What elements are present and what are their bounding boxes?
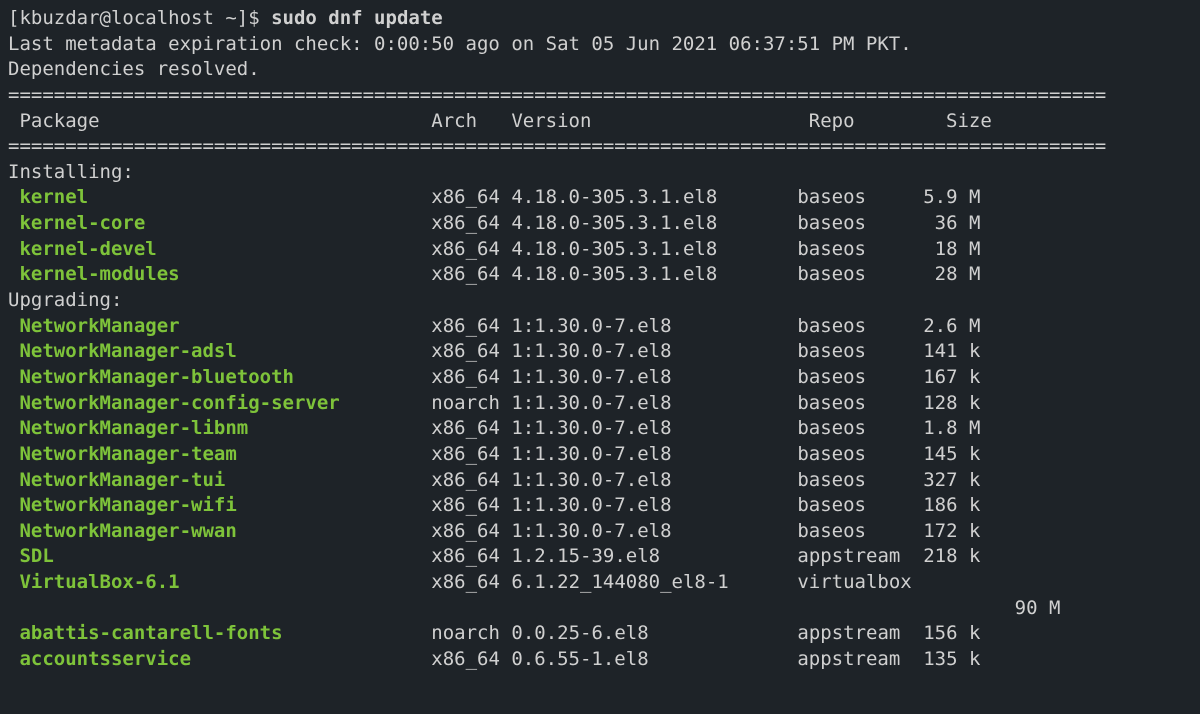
package-row-size-only: 90 M <box>8 597 1060 619</box>
package-row: kernel-core x86_64 4.18.0-305.3.1.el8 ba… <box>8 212 980 234</box>
package-row: abattis-cantarell-fonts noarch 0.0.25-6.… <box>8 622 980 644</box>
package-row: VirtualBox-6.1 x86_64 6.1.22_144080_el8-… <box>8 571 912 593</box>
package-row: NetworkManager-bluetooth x86_64 1:1.30.0… <box>8 366 980 388</box>
separator-top: ========================================… <box>8 84 1106 106</box>
command-text: sudo dnf update <box>271 7 443 29</box>
package-row: SDL x86_64 1.2.15-39.el8 appstream 218 k <box>8 545 980 567</box>
separator-bottom: ========================================… <box>8 135 1106 157</box>
package-row: NetworkManager-wwan x86_64 1:1.30.0-7.el… <box>8 520 980 542</box>
package-row: NetworkManager-config-server noarch 1:1.… <box>8 392 980 414</box>
metadata-line: Last metadata expiration check: 0:00:50 … <box>8 33 912 55</box>
package-row: NetworkManager-libnm x86_64 1:1.30.0-7.e… <box>8 417 980 439</box>
package-row: kernel-modules x86_64 4.18.0-305.3.1.el8… <box>8 263 980 285</box>
package-row: NetworkManager-adsl x86_64 1:1.30.0-7.el… <box>8 340 980 362</box>
package-row: NetworkManager x86_64 1:1.30.0-7.el8 bas… <box>8 315 980 337</box>
package-row: NetworkManager-wifi x86_64 1:1.30.0-7.el… <box>8 494 980 516</box>
package-row: NetworkManager-team x86_64 1:1.30.0-7.el… <box>8 443 980 465</box>
package-row: accountsservice x86_64 0.6.55-1.el8 apps… <box>8 648 980 670</box>
section-upgrading: Upgrading: <box>8 289 122 311</box>
terminal-output[interactable]: [kbuzdar@localhost ~]$ sudo dnf update L… <box>0 0 1200 679</box>
package-row: NetworkManager-tui x86_64 1:1.30.0-7.el8… <box>8 469 980 491</box>
package-row: kernel-devel x86_64 4.18.0-305.3.1.el8 b… <box>8 238 980 260</box>
deps-line: Dependencies resolved. <box>8 58 260 80</box>
column-headers: Package Arch Version Repo Size <box>8 110 992 132</box>
shell-prompt: [kbuzdar@localhost ~]$ sudo dnf update <box>8 7 443 29</box>
package-row: kernel x86_64 4.18.0-305.3.1.el8 baseos … <box>8 186 980 208</box>
section-installing: Installing: <box>8 161 134 183</box>
